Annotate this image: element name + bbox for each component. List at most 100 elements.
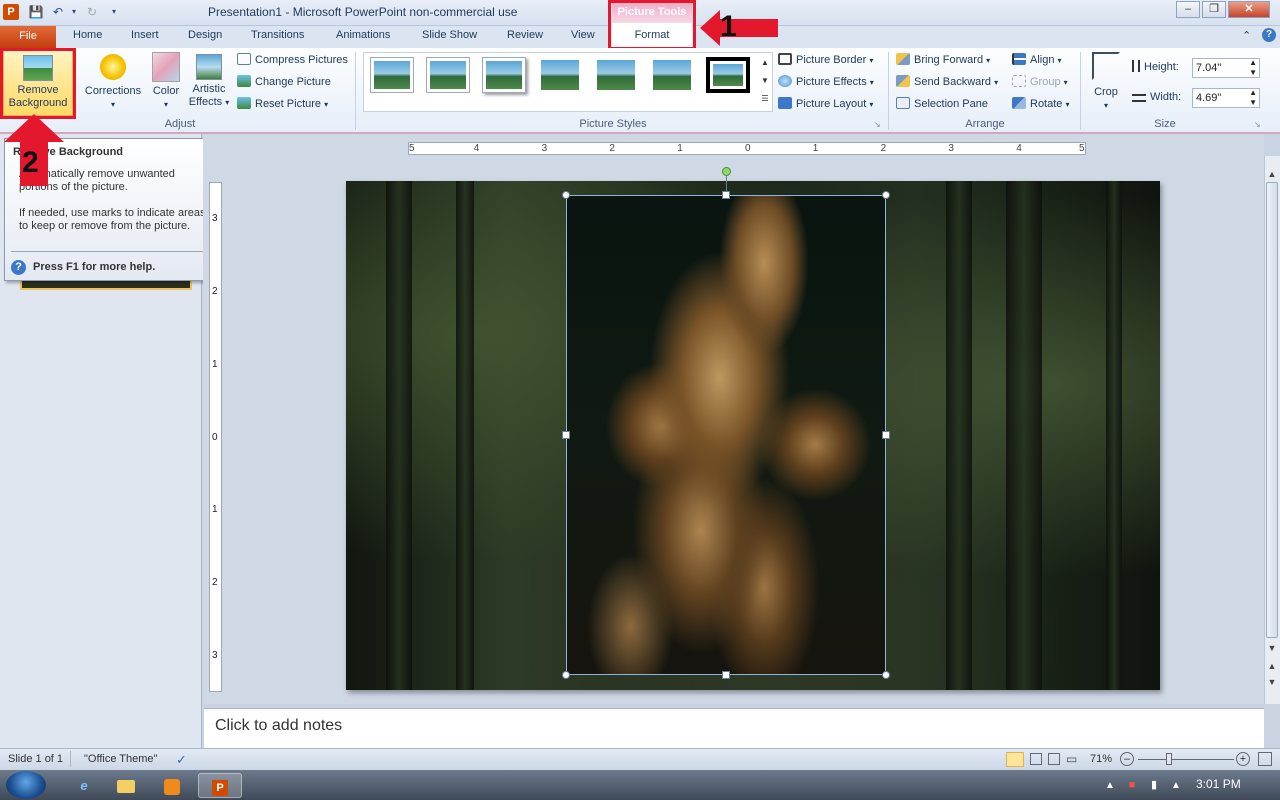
powerpoint-taskbar-icon[interactable]: P [198, 773, 242, 798]
bring-forward-button[interactable]: Bring Forward ▾ [896, 51, 990, 69]
tab-design[interactable]: Design [188, 29, 222, 41]
fit-to-window-icon[interactable] [1258, 752, 1272, 766]
tab-view[interactable]: View [571, 29, 595, 41]
tab-file[interactable]: File [0, 26, 56, 48]
gallery-scroll[interactable]: ▲ ▼ ☰ [758, 54, 772, 110]
zoom-slider-track[interactable] [1138, 759, 1234, 760]
minimize-ribbon-icon[interactable]: ⌃ [1242, 29, 1251, 42]
tab-transitions[interactable]: Transitions [251, 29, 304, 41]
compress-pictures-button[interactable]: Compress Pictures [237, 51, 348, 69]
group-button[interactable]: Group ▾ [1012, 73, 1068, 91]
crop-button[interactable]: Crop ▾ [1088, 52, 1124, 112]
next-slide-icon[interactable]: ▼ [1266, 676, 1278, 688]
reading-view-icon[interactable] [1048, 753, 1060, 765]
picture-style-2[interactable] [426, 57, 470, 93]
network-alert-icon[interactable]: ■ [1124, 773, 1140, 798]
zoom-slider-thumb[interactable] [1166, 753, 1172, 765]
annotation-arrow-1 [700, 10, 778, 46]
window-title: Presentation1 - Microsoft PowerPoint non… [208, 5, 518, 19]
minimize-button[interactable]: – [1176, 1, 1200, 18]
taskbar-clock[interactable]: 3:01 PM [1196, 777, 1241, 791]
tab-review[interactable]: Review [507, 29, 543, 41]
start-button[interactable] [6, 771, 46, 799]
slide-show-icon[interactable]: ▭ [1066, 752, 1077, 766]
picture-border-label: Picture Border [796, 54, 867, 66]
tab-slide-show[interactable]: Slide Show [422, 29, 477, 41]
resize-handle-top-left[interactable] [562, 191, 570, 199]
resize-handle-bottom-left[interactable] [562, 671, 570, 679]
reset-picture-button[interactable]: Reset Picture ▾ [237, 95, 328, 113]
file-explorer-icon[interactable] [104, 773, 148, 798]
previous-slide-icon[interactable]: ▲ [1266, 660, 1278, 672]
tray-expand-icon[interactable]: ▲ [1100, 773, 1120, 798]
artistic-effects-button[interactable]: Artistic Effects ▾ [186, 52, 232, 109]
change-picture-button[interactable]: Change Picture [237, 73, 331, 91]
ruler-number: 4 [1016, 143, 1022, 154]
media-player-icon[interactable] [150, 773, 194, 798]
selection-pane-button[interactable]: Selection Pane [896, 95, 988, 113]
undo-icon[interactable]: ↶ [50, 4, 66, 20]
resize-handle-right[interactable] [882, 431, 890, 439]
size-dialog-launcher-icon[interactable]: ↘ [1254, 120, 1261, 129]
height-input[interactable]: 7.04" ▲ ▼ [1192, 58, 1260, 78]
picture-style-1[interactable] [370, 57, 414, 93]
save-icon[interactable]: 💾 [28, 4, 44, 20]
picture-style-6[interactable] [650, 57, 694, 93]
signal-icon[interactable]: ▲ [1168, 773, 1184, 798]
scroll-up-icon[interactable]: ▲ [1266, 168, 1278, 180]
rotate-button[interactable]: Rotate ▾ [1012, 95, 1070, 113]
picture-style-3[interactable] [482, 57, 526, 93]
picture-effects-button[interactable]: Picture Effects ▾ [778, 73, 874, 91]
close-button[interactable]: ✕ [1228, 1, 1270, 18]
zoom-level[interactable]: 71% [1090, 753, 1112, 765]
height-spinner-icon[interactable]: ▲ ▼ [1249, 58, 1257, 78]
resize-handle-bottom[interactable] [722, 671, 730, 679]
align-button[interactable]: Align ▾ [1012, 51, 1062, 69]
status-bar: Slide 1 of 1 "Office Theme" ✓ ▭ 71% – + [0, 748, 1280, 770]
scrollbar-thumb[interactable] [1266, 182, 1278, 638]
width-label: Width: [1132, 88, 1181, 106]
width-spinner-icon[interactable]: ▲ ▼ [1249, 88, 1257, 108]
tab-home[interactable]: Home [73, 29, 102, 41]
picture-layout-button[interactable]: Picture Layout ▾ [778, 95, 873, 113]
normal-view-icon[interactable] [1006, 752, 1024, 767]
rotate-label: Rotate [1030, 98, 1063, 110]
notes-placeholder[interactable]: Click to add notes [215, 717, 342, 735]
spell-check-icon[interactable]: ✓ [176, 752, 187, 768]
annotation-number-1: 1 [720, 10, 737, 43]
selected-picture-creature[interactable] [566, 195, 886, 675]
picture-style-7[interactable] [706, 57, 750, 93]
battery-icon[interactable]: ▮ [1146, 773, 1162, 798]
color-button[interactable]: Color ▾ [148, 52, 184, 111]
resize-handle-bottom-right[interactable] [882, 671, 890, 679]
restore-button[interactable]: ❐ [1202, 1, 1226, 18]
zoom-in-icon[interactable]: + [1236, 752, 1250, 766]
zoom-out-icon[interactable]: – [1120, 752, 1134, 766]
tab-animations[interactable]: Animations [336, 29, 390, 41]
redo-icon[interactable]: ↻ [84, 4, 100, 20]
resize-handle-top[interactable] [722, 191, 730, 199]
picture-border-button[interactable]: Picture Border ▾ [778, 51, 873, 69]
internet-explorer-icon[interactable]: e [62, 773, 106, 798]
customize-qat-icon[interactable]: ▾ [106, 4, 122, 20]
crop-dropdown-icon: ▾ [1103, 101, 1108, 110]
picture-style-5[interactable] [594, 57, 638, 93]
scroll-down-icon[interactable]: ▼ [1266, 642, 1278, 654]
resize-handle-left[interactable] [562, 431, 570, 439]
help-icon[interactable]: ? [1262, 28, 1276, 42]
undo-dropdown-icon[interactable]: ▾ [66, 4, 82, 20]
ruler-number: 2 [880, 143, 887, 154]
resize-handle-top-right[interactable] [882, 191, 890, 199]
notes-pane[interactable] [204, 708, 1264, 748]
slide-sorter-icon[interactable] [1030, 753, 1042, 765]
corrections-button[interactable]: Corrections ▾ [82, 52, 144, 111]
width-input[interactable]: 4.69" ▲ ▼ [1192, 88, 1260, 108]
powerpoint-app-icon[interactable]: P [3, 4, 19, 20]
send-backward-button[interactable]: Send Backward ▾ [896, 73, 998, 91]
artistic-label-2: Effects ▾ [188, 96, 230, 108]
color-label: Color [152, 85, 180, 97]
styles-dialog-launcher-icon[interactable]: ↘ [874, 120, 881, 129]
picture-style-4[interactable] [538, 57, 582, 93]
tab-insert[interactable]: Insert [131, 29, 159, 41]
rotation-handle[interactable] [722, 167, 731, 176]
